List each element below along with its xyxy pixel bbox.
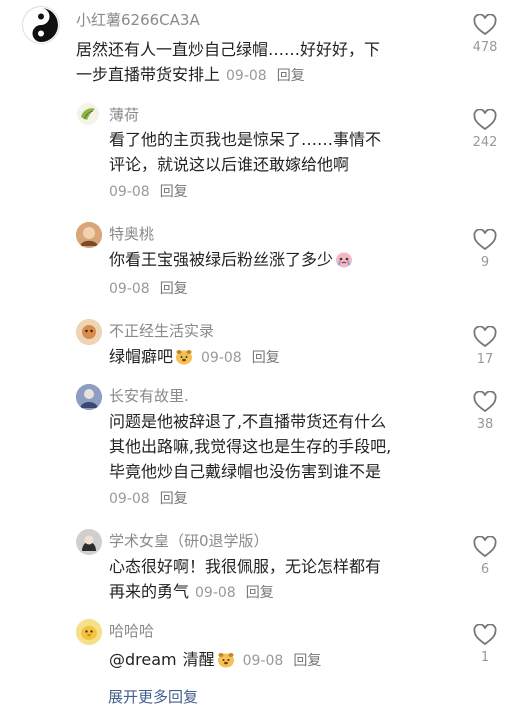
- reply-button[interactable]: 回复: [160, 281, 188, 297]
- like-count: 38: [476, 417, 494, 432]
- reply-button[interactable]: 回复: [160, 184, 188, 200]
- comment-date: 09-08: [109, 491, 150, 507]
- reply-button[interactable]: 回复: [160, 491, 188, 507]
- comment-text: 看了他的主页我也是惊呆了……事情不 评论，就说这以后谁还敢嫁给他啊 09-08 回…: [109, 127, 449, 205]
- like-button[interactable]: 6: [459, 536, 511, 577]
- dog-emoji-icon: [176, 350, 193, 365]
- avatar[interactable]: [76, 384, 102, 410]
- heart-icon: [473, 536, 497, 558]
- like-count: 242: [472, 135, 498, 150]
- comment-text: 居然还有人一直炒自己绿帽……好好好，下 一步直播带货安排上 09-08 回复: [76, 37, 436, 89]
- comment-text: 绿帽癖吧 09-08 回复: [109, 344, 449, 371]
- like-button[interactable]: 478: [459, 14, 511, 55]
- comment-item: 长安有故里. 问题是他被辞退了,不直播带货还有什么 其他出路嘛,我觉得这也是生存…: [0, 375, 529, 515]
- comment-date: 09-08: [201, 350, 242, 366]
- comment-username[interactable]: 长安有故里.: [109, 385, 189, 406]
- like-button[interactable]: 9: [459, 229, 511, 270]
- heart-icon: [473, 326, 497, 348]
- comment-username[interactable]: 特奥桃: [109, 223, 154, 244]
- avatar[interactable]: [22, 6, 60, 44]
- comment-text: 心态很好啊！我很佩服，无论怎样都有 再来的勇气 09-08 回复: [109, 554, 454, 606]
- mention-link[interactable]: @dream: [109, 650, 177, 669]
- heart-icon: [473, 391, 497, 413]
- heart-icon: [473, 229, 497, 251]
- heart-icon: [473, 109, 497, 131]
- comment-text: 你看王宝强被绿后粉丝涨了多少 09-08 回复: [109, 247, 449, 302]
- comment-line: 看了他的主页我也是惊呆了……事情不: [109, 130, 382, 149]
- like-count: 17: [476, 352, 494, 367]
- comment-date: 09-08: [242, 653, 284, 669]
- comment-line: 其他出路嘛,我觉得这也是生存的手段吧,: [109, 437, 392, 456]
- like-button[interactable]: 242: [459, 109, 511, 150]
- comment-item: 学术女皇（研0退学版） 心态很好啊！我很佩服，无论怎样都有 再来的勇气 09-08…: [0, 520, 529, 610]
- like-button[interactable]: 38: [459, 391, 511, 432]
- like-button[interactable]: 1: [459, 624, 511, 665]
- heart-icon: [473, 14, 497, 36]
- comment-line: 评论，就说这以后谁还敢嫁给他啊: [109, 155, 350, 174]
- comment-text: 问题是他被辞退了,不直播带货还有什么 其他出路嘛,我觉得这也是生存的手段吧, 毕…: [109, 409, 454, 512]
- comment-item: 特奥桃 你看王宝强被绿后粉丝涨了多少 09-08 回复 9: [0, 212, 529, 307]
- comment-line: 问题是他被辞退了,不直播带货还有什么: [109, 412, 387, 431]
- comment-line: 毕竟他炒自己戴绿帽也没伤害到谁不是: [109, 462, 382, 481]
- avatar[interactable]: [76, 319, 102, 345]
- dog-emoji-icon: [217, 653, 234, 668]
- like-count: 478: [472, 40, 498, 55]
- comment-line: 清醒: [182, 650, 215, 669]
- crying-face-emoji-icon: [336, 252, 353, 268]
- comment-date: 09-08: [195, 585, 236, 601]
- comment-username[interactable]: 不正经生活实录: [109, 320, 214, 341]
- comment-text: @dream 清醒 09-08 回复: [109, 647, 454, 674]
- avatar[interactable]: [76, 529, 102, 555]
- comment-username[interactable]: 学术女皇（研0退学版）: [109, 530, 269, 551]
- like-count: 1: [480, 650, 490, 665]
- comment-line: 绿帽癖吧: [109, 347, 174, 366]
- like-count: 9: [480, 255, 490, 270]
- avatar[interactable]: [77, 103, 99, 125]
- comment-username[interactable]: 薄荷: [109, 104, 139, 125]
- comment-date: 09-08: [109, 184, 150, 200]
- comment-date: 09-08: [226, 68, 267, 84]
- comment-line: 一步直播带货安排上 09-08 回复: [76, 62, 436, 89]
- comment-line: 你看王宝强被绿后粉丝涨了多少: [109, 250, 334, 269]
- avatar[interactable]: [76, 222, 102, 248]
- comment-item: 薄荷 看了他的主页我也是惊呆了……事情不 评论，就说这以后谁还敢嫁给他啊 09-…: [0, 95, 529, 205]
- comment-line: 再来的勇气: [109, 582, 190, 601]
- like-count: 6: [480, 562, 490, 577]
- reply-button[interactable]: 回复: [252, 350, 280, 366]
- avatar[interactable]: [76, 619, 102, 645]
- reply-button[interactable]: 回复: [246, 585, 274, 601]
- comment-username[interactable]: 哈哈哈: [109, 620, 154, 641]
- comment-item: 小红薯6266CA3A 居然还有人一直炒自己绿帽……好好好，下 一步直播带货安排…: [0, 0, 529, 95]
- comment-item: 哈哈哈 @dream 清醒 09-08 回复 1: [0, 612, 529, 682]
- comment-line: 居然还有人一直炒自己绿帽……好好好，下: [76, 40, 381, 59]
- comment-line: 心态很好啊！我很佩服，无论怎样都有: [109, 557, 382, 576]
- comment-line: 一步直播带货安排上: [76, 65, 221, 84]
- comment-item: 不正经生活实录 绿帽癖吧 09-08 回复 17: [0, 310, 529, 380]
- reply-button[interactable]: 回复: [293, 653, 321, 669]
- load-more-replies-link[interactable]: 展开更多回复: [108, 686, 198, 707]
- comment-date: 09-08: [109, 281, 150, 297]
- reply-button[interactable]: 回复: [277, 68, 305, 84]
- heart-icon: [473, 624, 497, 646]
- comment-username[interactable]: 小红薯6266CA3A: [76, 9, 200, 30]
- like-button[interactable]: 17: [459, 326, 511, 367]
